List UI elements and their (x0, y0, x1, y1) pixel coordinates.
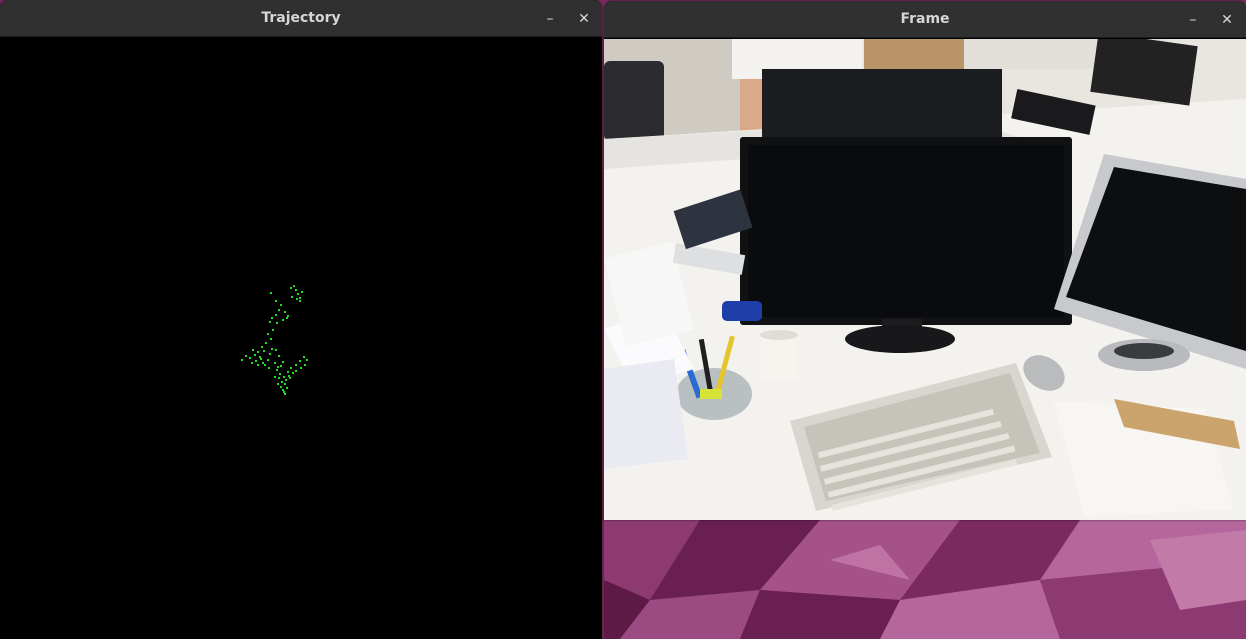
trajectory-point (255, 360, 257, 362)
trajectory-point (297, 293, 299, 295)
trajectory-close-button[interactable]: ✕ (574, 9, 594, 29)
trajectory-titlebar[interactable]: Trajectory – ✕ (0, 0, 602, 37)
trajectory-point (292, 372, 294, 374)
trajectory-point (301, 291, 303, 293)
trajectory-point (278, 309, 280, 311)
trajectory-point (293, 285, 295, 287)
frame-window-title: Frame (900, 11, 950, 27)
trajectory-point (284, 383, 286, 385)
trajectory-point (295, 370, 297, 372)
trajectory-plot (241, 285, 308, 395)
trajectory-point (261, 346, 263, 348)
trajectory-point (264, 364, 266, 366)
trajectory-point (249, 357, 251, 359)
trajectory-point (269, 353, 271, 355)
trajectory-point (275, 300, 277, 302)
trajectory-point (263, 350, 265, 352)
trajectory-point (278, 355, 280, 357)
trajectory-point (271, 317, 273, 319)
trajectory-point (257, 364, 259, 366)
trajectory-point (282, 319, 284, 321)
trajectory-point (295, 289, 297, 291)
trajectory-point (241, 359, 243, 361)
trajectory-point (280, 365, 282, 367)
trajectory-point (270, 292, 272, 294)
trajectory-point (287, 371, 289, 373)
trajectory-point (254, 354, 256, 356)
trajectory-window[interactable]: Trajectory – ✕ (0, 0, 602, 639)
trajectory-point (268, 367, 270, 369)
trajectory-point (296, 298, 298, 300)
trajectory-point (281, 381, 283, 383)
trajectory-point (282, 361, 284, 363)
trajectory-point (304, 364, 306, 366)
trajectory-point (286, 387, 288, 389)
trajectory-point (251, 362, 253, 364)
trajectory-point (265, 342, 267, 344)
trajectory-point (267, 359, 269, 361)
trajectory-point (291, 296, 293, 298)
trajectory-point (283, 391, 285, 393)
frame-close-button[interactable]: ✕ (1217, 10, 1237, 30)
trajectory-point (275, 314, 277, 316)
trajectory-point (262, 362, 264, 364)
trajectory-point (287, 315, 289, 317)
trajectory-point (280, 304, 282, 306)
trajectory-point (259, 356, 261, 358)
trajectory-point (306, 359, 308, 361)
trajectory-point (252, 349, 254, 351)
trajectory-point (278, 377, 280, 379)
trajectory-point (299, 297, 301, 299)
trajectory-point (275, 349, 277, 351)
office-desk-photo (604, 39, 1246, 520)
trajectory-point (270, 338, 272, 340)
trajectory-point (260, 358, 262, 360)
trajectory-point (276, 322, 278, 324)
trajectory-point (285, 379, 287, 381)
trajectory-point (274, 376, 276, 378)
trajectory-canvas (0, 38, 602, 639)
trajectory-point (300, 367, 302, 369)
trajectory-point (286, 317, 288, 319)
trajectory-point (290, 367, 292, 369)
trajectory-point (271, 348, 273, 350)
trajectory-point (299, 300, 301, 302)
trajectory-point (290, 287, 292, 289)
trajectory-window-title: Trajectory (261, 10, 341, 26)
trajectory-point (277, 383, 279, 385)
trajectory-point (269, 321, 271, 323)
frame-window[interactable]: Frame – ✕ (604, 1, 1246, 520)
trajectory-point (274, 362, 276, 364)
trajectory-point (279, 373, 281, 375)
trajectory-point (289, 377, 291, 379)
trajectory-point (283, 376, 285, 378)
trajectory-point (277, 366, 279, 368)
trajectory-point (257, 351, 259, 353)
trajectory-point (272, 329, 274, 331)
trajectory-point (245, 355, 247, 357)
trajectory-point (295, 364, 297, 366)
trajectory-point (284, 393, 286, 395)
trajectory-point (303, 356, 305, 358)
trajectory-point (282, 389, 284, 391)
frame-titlebar[interactable]: Frame – ✕ (604, 1, 1246, 38)
trajectory-point (284, 311, 286, 313)
trajectory-minimize-button[interactable]: – (540, 9, 560, 29)
trajectory-point (276, 369, 278, 371)
trajectory-point (280, 386, 282, 388)
frame-minimize-button[interactable]: – (1183, 10, 1203, 30)
trajectory-point (299, 360, 301, 362)
desktop: Trajectory – ✕ Frame – ✕ (0, 0, 1246, 639)
trajectory-point (267, 333, 269, 335)
camera-frame-image (604, 39, 1246, 520)
trajectory-point (288, 375, 290, 377)
